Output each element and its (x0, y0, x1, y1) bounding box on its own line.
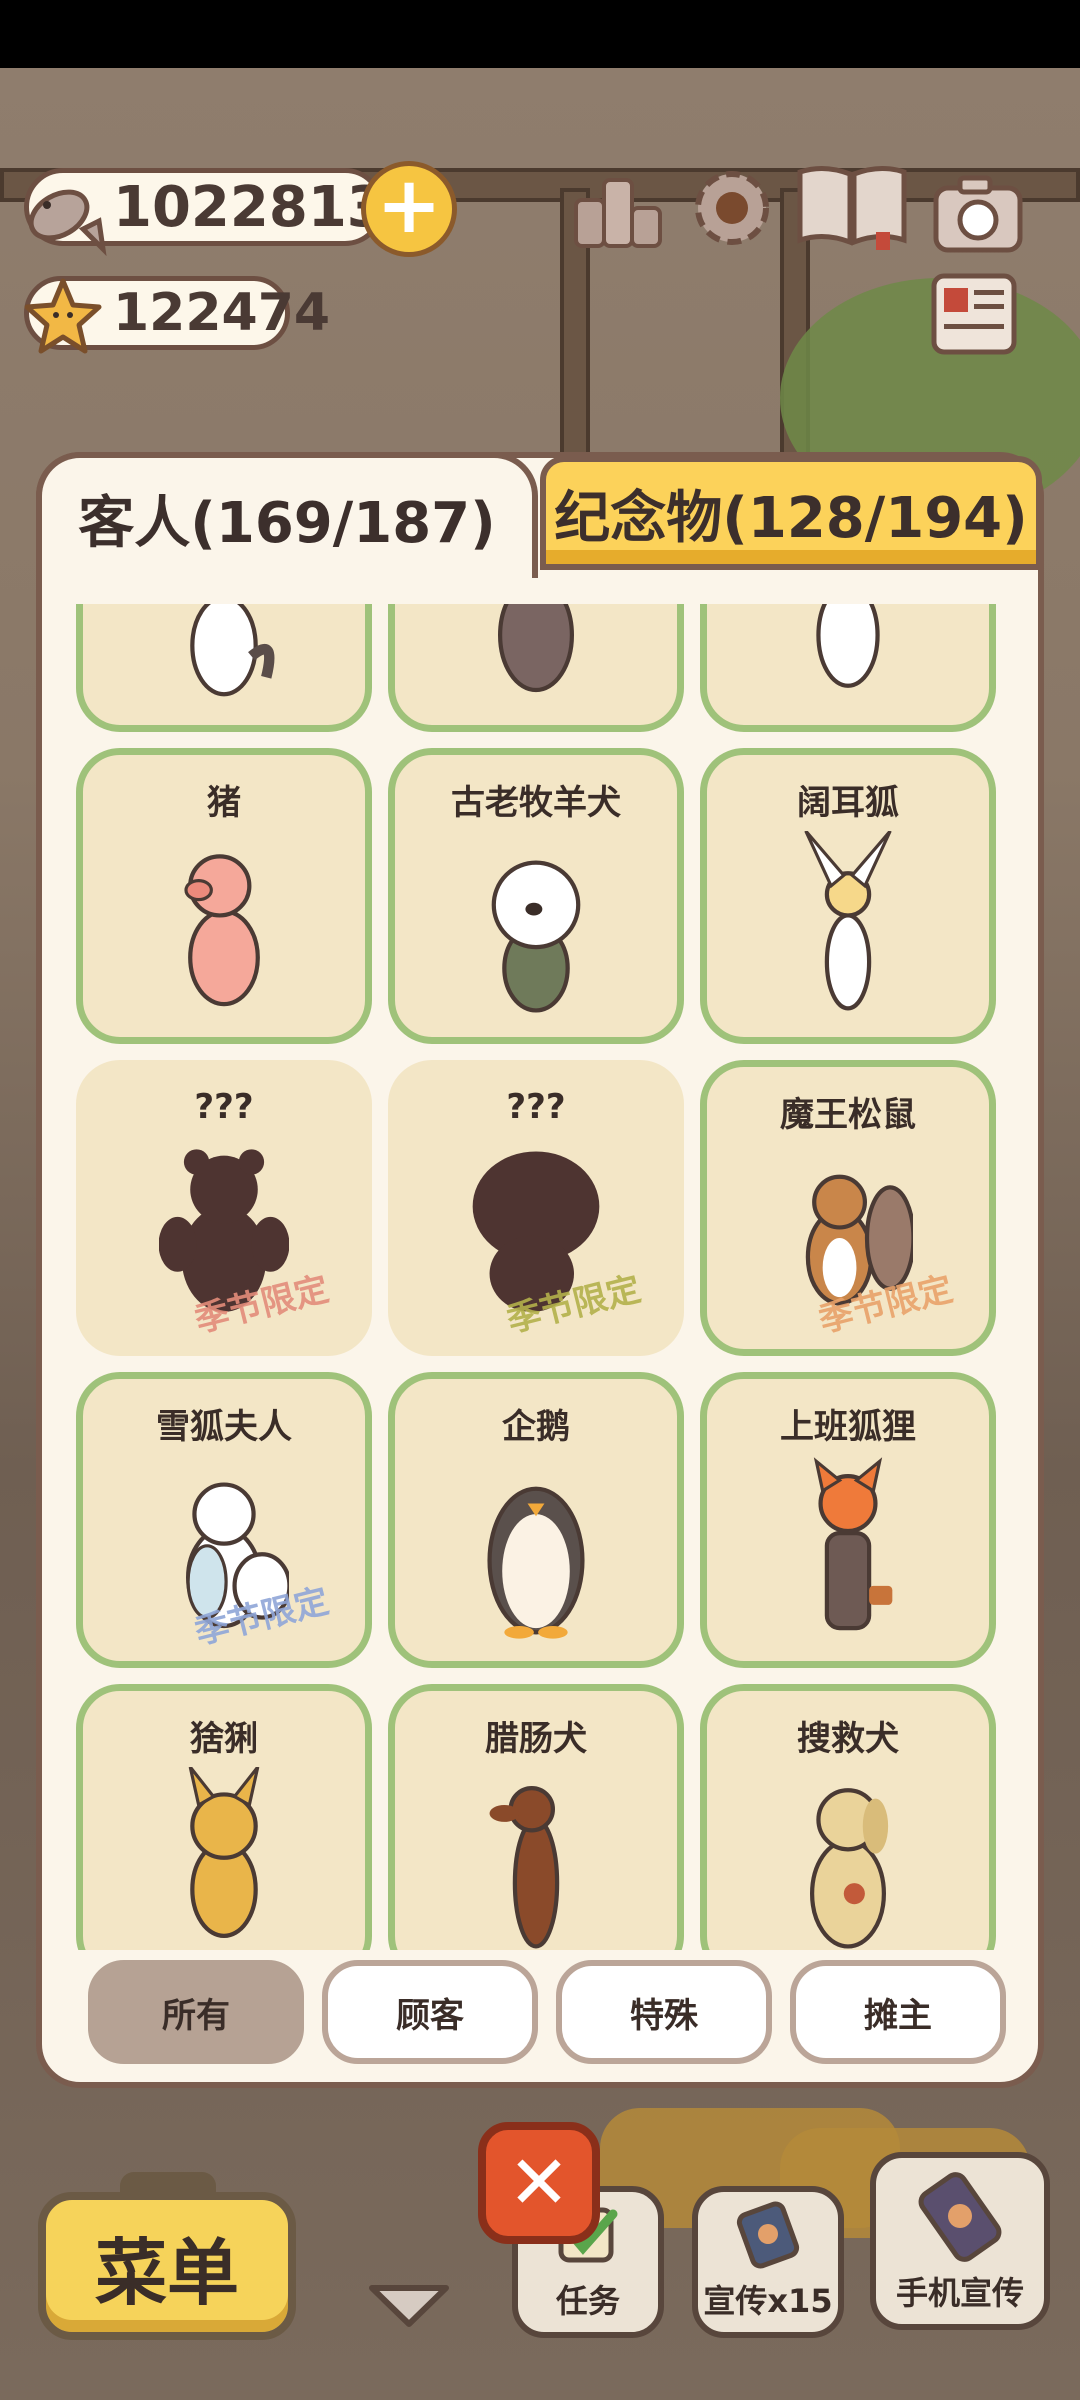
guest-card[interactable]: 古老牧羊犬 (388, 748, 684, 1044)
husky-figure (190, 604, 275, 697)
guest-name: 雪狐夫人 (156, 1407, 292, 1447)
guest-card[interactable]: 阔耳狐 (700, 748, 996, 1044)
guest-name: 腊肠犬 (485, 1719, 587, 1759)
close-icon: ✕ (507, 2140, 570, 2226)
album-book-icon[interactable] (794, 158, 910, 254)
star-count: 122474 (113, 283, 331, 343)
tab-guests[interactable]: 客人(169/187) (36, 452, 538, 578)
office-fox-figure (813, 1457, 893, 1631)
guest-card[interactable]: 魔王松鼠 季节限定 (700, 1060, 996, 1356)
guest-card[interactable] (388, 604, 684, 732)
guest-name: 上班狐狸 (780, 1407, 916, 1447)
guest-name: 古老牧羊犬 (451, 783, 621, 823)
filter-vendors[interactable]: 摊主 (790, 1960, 1006, 2064)
guest-card[interactable]: 上班狐狸 (700, 1372, 996, 1668)
dachshund-figure (489, 1786, 560, 1949)
phone-icon (918, 2172, 1002, 2262)
filter-all[interactable]: 所有 (88, 1960, 304, 2064)
guest-grid[interactable]: 猪古老牧羊犬 阔耳狐??? 季节限定??? 季节限定 魔王松鼠 季节限定 雪狐夫人 季节限定企… (76, 604, 1004, 1950)
star-currency: 122474 (24, 276, 330, 354)
pig-figure (184, 854, 260, 1007)
lynx-figure (188, 1767, 260, 1938)
chevron-down-icon[interactable] (364, 2278, 454, 2332)
rescue-dog-figure (810, 1788, 889, 1949)
locked-guest-card[interactable]: ??? 季节限定 (388, 1060, 684, 1356)
fish-currency: 10228135 + (24, 161, 457, 257)
fennec-figure (804, 831, 892, 1011)
crow-figure (498, 604, 574, 693)
guest-card[interactable]: 雪狐夫人 季节限定 (76, 1372, 372, 1668)
promo-label: 宣传x15 (703, 2282, 833, 2320)
guest-card[interactable]: 搜救犬 (700, 1684, 996, 1950)
sheepdog-figure (491, 860, 581, 1013)
tab-souvenirs[interactable]: 纪念物(128/194) (540, 456, 1042, 570)
guest-card[interactable]: 腊肠犬 (388, 1684, 684, 1950)
settings-gear-icon[interactable] (684, 160, 780, 256)
corgi-figure (816, 604, 880, 688)
guest-name: 猪 (207, 783, 241, 823)
close-button[interactable]: ✕ (478, 2122, 600, 2244)
guest-card[interactable] (76, 604, 372, 732)
fish-icon (28, 189, 107, 257)
guest-name: 魔王松鼠 (780, 1095, 916, 1135)
plus-icon: + (376, 161, 442, 251)
filter-customers[interactable]: 顾客 (322, 1960, 538, 2064)
phone-promo-button[interactable]: 手机宣传 (870, 2152, 1050, 2330)
guest-card[interactable] (700, 604, 996, 732)
phone-promo-label: 手机宣传 (895, 2274, 1024, 2312)
guest-name: 企鹅 (502, 1407, 570, 1447)
guest-card[interactable]: 企鹅 (388, 1372, 684, 1668)
guest-card[interactable]: 猞猁 (76, 1684, 372, 1950)
status-bar (0, 0, 1080, 68)
menu-button[interactable]: 菜单 (38, 2192, 296, 2340)
tasks-label: 任务 (555, 2282, 620, 2320)
star-icon (24, 278, 102, 354)
locked-guest-card[interactable]: ??? 季节限定 (76, 1060, 372, 1356)
guest-name: 猞猁 (190, 1719, 258, 1759)
guest-name: 阔耳狐 (797, 783, 899, 823)
newspaper-icon[interactable] (926, 266, 1022, 362)
filter-special[interactable]: 特殊 (556, 1960, 772, 2064)
guest-card[interactable]: 猪 (76, 748, 372, 1044)
poster-icon (736, 2201, 800, 2269)
guest-name: ??? (194, 1087, 254, 1127)
add-currency-button[interactable]: + (361, 161, 457, 257)
penguin-figure (487, 1486, 585, 1639)
guest-name: ??? (506, 1087, 566, 1127)
guest-name: 搜救犬 (797, 1719, 899, 1759)
ranking-icon[interactable] (570, 160, 666, 256)
promo-button[interactable]: 宣传x15 (692, 2186, 844, 2338)
camera-icon[interactable] (930, 166, 1026, 262)
